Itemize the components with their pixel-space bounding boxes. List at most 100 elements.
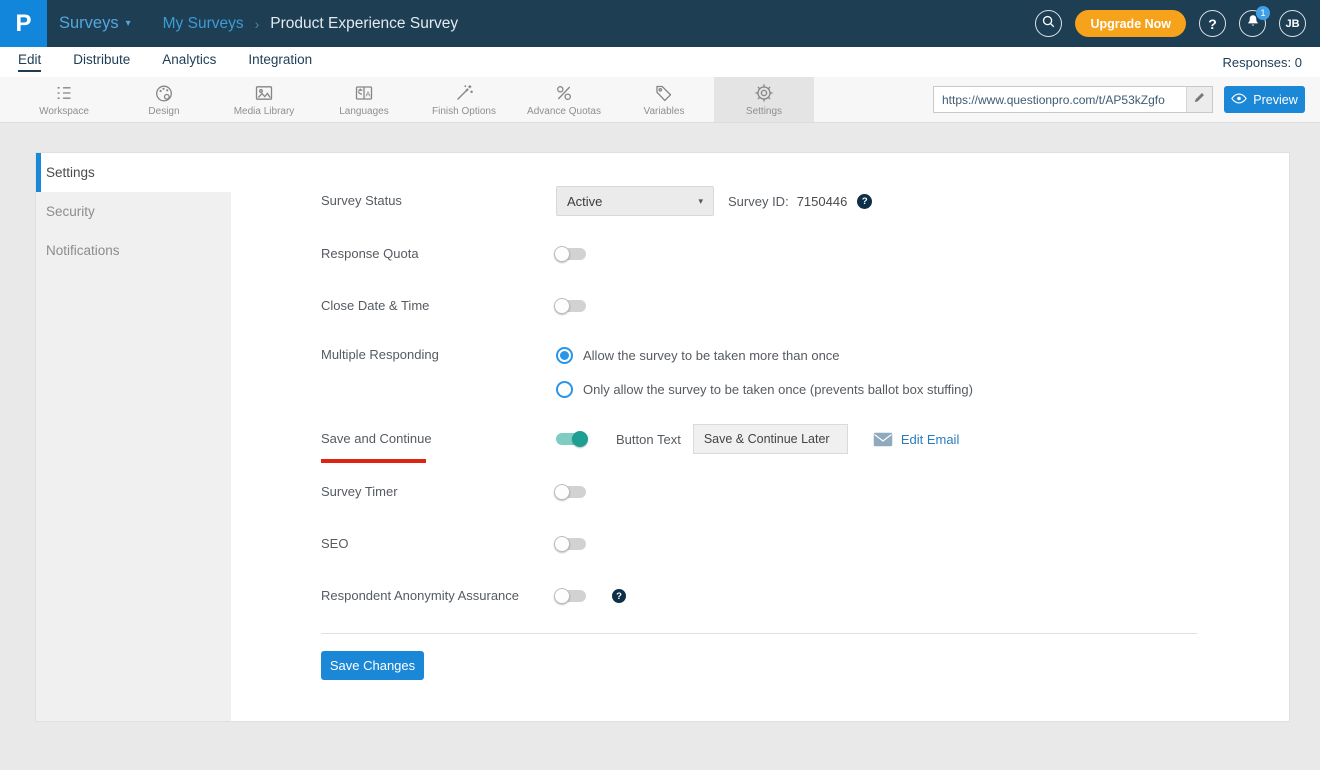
edit-url-button[interactable]: [1186, 87, 1212, 112]
red-highlight-underline: [321, 459, 426, 463]
toolbar-item-finish-options[interactable]: Finish Options: [414, 77, 514, 122]
toolbar-item-settings[interactable]: Settings: [714, 77, 814, 122]
translate-icon: A: [353, 83, 375, 103]
notification-badge: 1: [1256, 6, 1270, 20]
anonymity-label: Respondent Anonymity Assurance: [321, 587, 556, 605]
close-date-toggle[interactable]: [556, 300, 586, 312]
toolbar-item-variables[interactable]: Variables: [614, 77, 714, 122]
toggle-knob: [554, 246, 570, 262]
breadcrumb-current-survey: Product Experience Survey: [270, 15, 458, 33]
toolbar-item-advance-quotas[interactable]: Advance Quotas: [514, 77, 614, 122]
seo-label: SEO: [321, 535, 556, 553]
avatar-initials: JB: [1285, 18, 1299, 30]
survey-timer-toggle[interactable]: [556, 486, 586, 498]
close-date-row: Close Date & Time: [321, 292, 1197, 320]
button-text-input[interactable]: [693, 424, 848, 454]
sidebar-item-label: Notifications: [46, 243, 120, 258]
survey-status-label: Survey Status: [321, 192, 556, 210]
survey-id-label: Survey ID:: [728, 194, 789, 209]
survey-status-value: Active: [567, 194, 602, 209]
survey-id-value: 7150446: [797, 194, 848, 209]
toolbar-item-label: Media Library: [234, 106, 295, 117]
tag-icon: [653, 83, 675, 103]
percent-quota-icon: [553, 83, 575, 103]
chevron-down-icon: ▾: [698, 196, 703, 207]
seo-toggle[interactable]: [556, 538, 586, 550]
gear-icon: [753, 83, 775, 103]
product-menu-label: Surveys: [59, 14, 119, 33]
anonymity-toggle[interactable]: [556, 590, 586, 602]
toolbar-item-label: Settings: [746, 106, 782, 117]
sidebar-item-settings[interactable]: Settings: [36, 153, 231, 192]
surveys-product-menu[interactable]: Surveys ▾: [59, 14, 131, 33]
workspace-list-icon: [53, 83, 75, 103]
toolbar-item-label: Languages: [339, 106, 389, 117]
settings-sidebar: Settings Security Notifications: [36, 153, 231, 721]
svg-text:A: A: [366, 89, 371, 98]
breadcrumb: My Surveys › Product Experience Survey: [163, 15, 458, 33]
toolbar-item-label: Design: [148, 106, 179, 117]
multiple-responding-label: Multiple Responding: [321, 344, 556, 364]
survey-id-help-icon[interactable]: ?: [857, 194, 872, 209]
nav-tab-edit[interactable]: Edit: [18, 52, 41, 72]
survey-url-input[interactable]: [934, 87, 1186, 112]
response-quota-label: Response Quota: [321, 245, 556, 263]
preview-label: Preview: [1253, 93, 1297, 107]
responses-count: Responses: 0: [1223, 55, 1303, 70]
nav-tab-analytics[interactable]: Analytics: [162, 52, 216, 72]
toolbar-item-media-library[interactable]: Media Library: [214, 77, 314, 122]
survey-status-select[interactable]: Active ▾: [556, 186, 714, 216]
survey-status-row: Survey Status Active ▾ Survey ID: 715044…: [321, 186, 1197, 216]
response-quota-toggle[interactable]: [556, 248, 586, 260]
radio-option-only-once[interactable]: Only allow the survey to be taken once (…: [556, 378, 973, 400]
notifications-button[interactable]: 1: [1239, 10, 1266, 37]
toggle-knob: [554, 588, 570, 604]
radio-option-allow-multiple[interactable]: Allow the survey to be taken more than o…: [556, 344, 973, 366]
toggle-knob: [572, 431, 588, 447]
save-and-continue-toggle[interactable]: [556, 433, 586, 445]
edit-toolbar: Workspace Design Media Library A Languag…: [0, 77, 1320, 123]
toolbar-item-languages[interactable]: A Languages: [314, 77, 414, 122]
close-date-label: Close Date & Time: [321, 297, 556, 315]
toolbar-item-label: Variables: [644, 106, 685, 117]
seo-row: SEO: [321, 530, 1197, 558]
image-icon: [253, 83, 275, 103]
save-and-continue-label: Save and Continue: [321, 430, 556, 448]
avatar[interactable]: JB: [1279, 10, 1306, 37]
settings-form: Survey Status Active ▾ Survey ID: 715044…: [231, 153, 1289, 721]
survey-url-box: [933, 86, 1213, 113]
radio-option-label: Allow the survey to be taken more than o…: [583, 348, 840, 363]
pencil-icon: [1193, 91, 1206, 109]
edit-email-link[interactable]: Edit Email: [901, 432, 960, 447]
topbar-actions: Upgrade Now ? 1 JB: [1035, 10, 1306, 37]
upgrade-now-button[interactable]: Upgrade Now: [1075, 10, 1186, 37]
radio-unselected-icon[interactable]: [556, 381, 573, 398]
radio-selected-icon[interactable]: [556, 347, 573, 364]
breadcrumb-chevron-icon: ›: [255, 16, 260, 32]
save-and-continue-label-text: Save and Continue: [321, 431, 432, 446]
form-divider: [321, 633, 1197, 634]
nav-tab-distribute[interactable]: Distribute: [73, 52, 130, 72]
survey-timer-row: Survey Timer: [321, 478, 1197, 506]
sidebar-item-label: Security: [46, 204, 95, 219]
toolbar-item-label: Finish Options: [432, 106, 496, 117]
multiple-responding-row: Multiple Responding Allow the survey to …: [321, 344, 1197, 400]
breadcrumb-my-surveys[interactable]: My Surveys: [163, 15, 244, 33]
help-button[interactable]: ?: [1199, 10, 1226, 37]
sidebar-item-security[interactable]: Security: [36, 192, 231, 231]
questionpro-logo[interactable]: P: [0, 0, 47, 47]
eye-icon: [1231, 93, 1247, 107]
settings-card: Settings Security Notifications Survey S…: [35, 152, 1290, 722]
toolbar-item-label: Advance Quotas: [527, 106, 601, 117]
nav-tab-integration[interactable]: Integration: [248, 52, 312, 72]
preview-button[interactable]: Preview: [1224, 86, 1305, 113]
email-envelope-icon: [873, 432, 893, 447]
toolbar-item-workspace[interactable]: Workspace: [14, 77, 114, 122]
search-button[interactable]: [1035, 10, 1062, 37]
save-changes-button[interactable]: Save Changes: [321, 651, 424, 680]
anonymity-help-icon[interactable]: ?: [612, 589, 626, 603]
toolbar-item-design[interactable]: Design: [114, 77, 214, 122]
button-text-label: Button Text: [616, 432, 681, 447]
sidebar-item-notifications[interactable]: Notifications: [36, 231, 231, 270]
multiple-responding-options: Allow the survey to be taken more than o…: [556, 344, 973, 400]
